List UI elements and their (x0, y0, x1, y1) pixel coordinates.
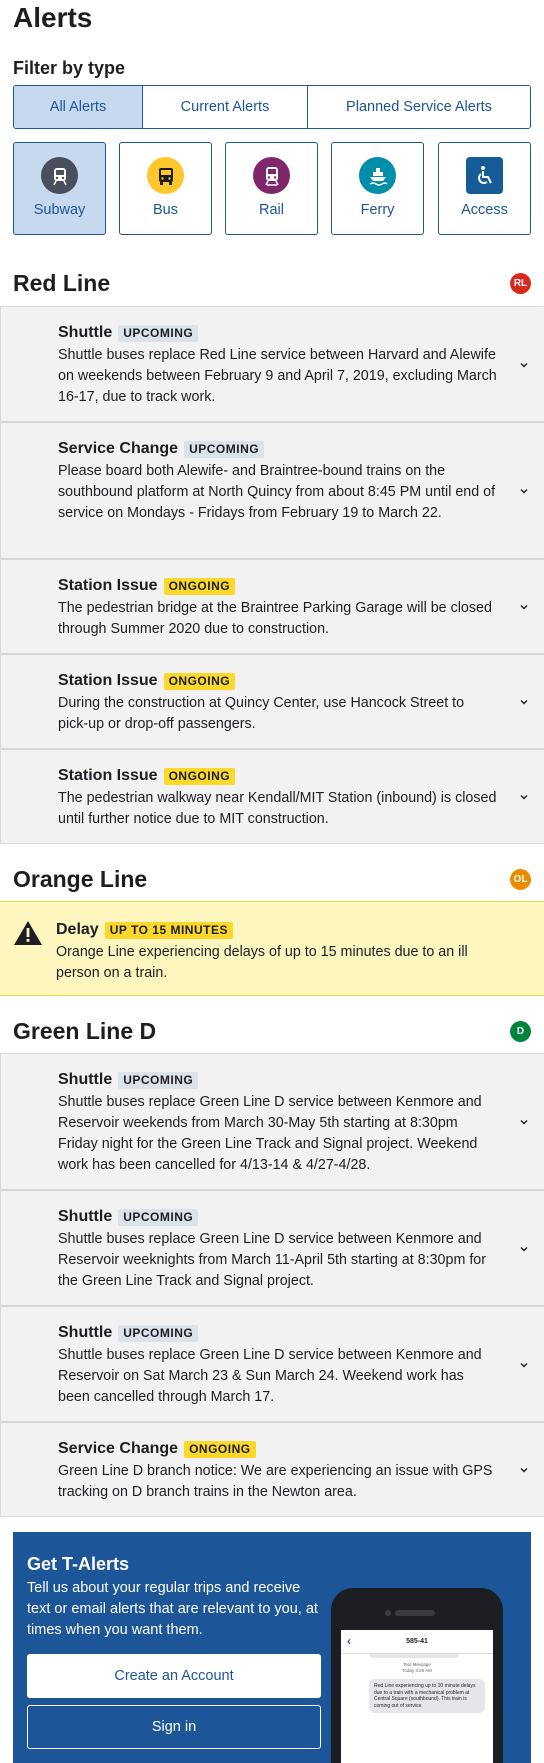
mode-filter: Subway Bus Rail Ferry Access (13, 142, 531, 235)
back-chevron-icon: ‹ (347, 1634, 351, 1648)
mode-button-subway[interactable]: Subway (13, 142, 106, 235)
line-title: Green Line D (13, 1018, 157, 1044)
mode-label-rail: Rail (259, 202, 284, 218)
chevron-down-icon (520, 795, 528, 800)
lifecycle-badge: ONGOING (163, 672, 236, 690)
filter-label: Filter by type (13, 58, 126, 78)
mode-label-bus: Bus (153, 202, 178, 218)
mode-label-subway: Subway (33, 202, 86, 218)
line-title: Red Line (13, 270, 111, 296)
phone-message-meta: Text Message Today 3:25 AM (341, 1662, 493, 1674)
alerts-page: Alerts Filter by type All Alerts Current… (0, 0, 544, 1763)
bus-icon (147, 157, 184, 194)
phone-contact: 585-41 (406, 1638, 428, 1645)
accessibility-icon (466, 157, 503, 194)
alert-effect: Shuttle (58, 1208, 113, 1225)
alert-description: Shuttle buses replace Red Line service b… (58, 347, 497, 405)
lifecycle-badge: UPCOMING (118, 1324, 199, 1342)
t-alerts-description: Tell us about your regular trips and rec… (27, 1580, 318, 1638)
mode-button-bus[interactable]: Bus (119, 142, 212, 235)
alert-effect: Delay (56, 921, 99, 938)
chevron-down-icon (520, 1468, 528, 1473)
sign-in-button[interactable]: Sign in (27, 1705, 321, 1749)
mode-button-rail[interactable]: Rail (225, 142, 318, 235)
alert-item[interactable]: Shuttle UPCOMING Shuttle buses replace Gr… (0, 1306, 544, 1422)
mode-button-ferry[interactable]: Ferry (331, 142, 424, 235)
alert-effect: Station Issue (58, 672, 158, 689)
page-title: Alerts (13, 2, 93, 33)
mode-label-ferry: Ferry (360, 202, 395, 218)
alert-effect: Shuttle (58, 1324, 113, 1341)
mode-label-access: Access (461, 202, 508, 218)
alert-description: During the construction at Quincy Center… (58, 695, 465, 732)
orange-line-icon: OL (510, 869, 531, 890)
alert-description: Shuttle buses replace Green Line D servi… (58, 1347, 482, 1405)
alert-item[interactable]: Station Issue ONGOING During the construc… (0, 654, 544, 749)
chevron-down-icon (520, 605, 528, 610)
lifecycle-badge: UPCOMING (118, 1208, 199, 1226)
phone-screen: ‹ 585-41 Text Message Today 3:25 AM Red … (341, 1630, 493, 1763)
phone-message-header: ‹ 585-41 (341, 1630, 493, 1654)
alert-description: The pedestrian bridge at the Braintree P… (58, 600, 492, 637)
alert-description: Please board both Alewife- and Braintree… (58, 463, 496, 521)
alert-description: Shuttle buses replace Green Line D servi… (58, 1231, 487, 1289)
phone-message-bubble: Red Line experiencing up to 10 minute de… (369, 1679, 485, 1713)
tab-current-alerts[interactable]: Current Alerts (143, 86, 308, 128)
phone-speaker (395, 1610, 435, 1616)
alert-effect: Shuttle (58, 1071, 113, 1088)
alert-item[interactable]: Service Change UPCOMING Please board both… (0, 422, 544, 559)
alert-item[interactable]: Shuttle UPCOMING Shuttle buses replace Gr… (0, 1190, 544, 1306)
mode-button-access[interactable]: Access (438, 142, 531, 235)
line-header-green-line-d: Green Line D D (13, 1014, 531, 1048)
subway-icon (41, 157, 78, 194)
red-line-icon: RL (510, 273, 531, 294)
lifecycle-badge: UPCOMING (184, 440, 265, 458)
alert-effect: Station Issue (58, 767, 158, 784)
green-line-d-icon: D (510, 1021, 531, 1042)
alert-item[interactable]: Shuttle UPCOMING Shuttle buses replace Re… (0, 306, 544, 422)
alert-description: Shuttle buses replace Green Line D servi… (58, 1094, 482, 1173)
chevron-down-icon (520, 1363, 528, 1368)
delay-severity-badge: UP TO 15 MINUTES (104, 921, 233, 939)
lifecycle-badge: UPCOMING (118, 324, 199, 342)
chevron-down-icon (520, 700, 528, 705)
lifecycle-badge: ONGOING (184, 1440, 256, 1458)
alert-effect: Service Change (58, 1440, 179, 1457)
warning-icon (14, 921, 42, 945)
alert-description: The pedestrian walkway near Kendall/MIT … (58, 790, 497, 827)
chevron-down-icon (520, 1247, 528, 1252)
alert-effect: Service Change (58, 440, 179, 457)
chevron-down-icon (520, 1120, 528, 1125)
previous-message-bubble (369, 1654, 459, 1658)
line-header-red-line: Red Line RL (13, 266, 531, 300)
tab-planned-service-alerts[interactable]: Planned Service Alerts (308, 86, 530, 128)
alert-effect: Shuttle (58, 324, 113, 341)
line-title: Orange Line (13, 866, 148, 892)
commuter-rail-icon (253, 157, 290, 194)
lifecycle-badge: ONGOING (163, 577, 236, 595)
alert-description: Orange Line experiencing delays of up to… (56, 944, 468, 981)
tab-all-alerts[interactable]: All Alerts (14, 86, 143, 128)
alert-type-tabs: All Alerts Current Alerts Planned Servic… (13, 85, 531, 129)
lifecycle-badge: UPCOMING (118, 1071, 199, 1089)
t-alerts-title: Get T-Alerts (27, 1554, 130, 1574)
alert-description: Green Line D branch notice: We are exper… (58, 1463, 493, 1500)
ferry-icon (359, 157, 396, 194)
alert-effect: Station Issue (58, 577, 158, 594)
line-header-orange-line: Orange Line OL (13, 862, 531, 896)
t-alerts-promo: Get T-Alerts Tell us about your regular … (13, 1532, 531, 1763)
phone-meta-line2: Today 3:25 AM (402, 1668, 432, 1673)
lifecycle-badge: ONGOING (163, 767, 236, 785)
phone-camera (385, 1610, 391, 1616)
chevron-down-icon (520, 363, 528, 368)
chevron-down-icon (520, 489, 528, 494)
alert-item[interactable]: Shuttle UPCOMING Shuttle buses replace Gr… (0, 1053, 544, 1190)
alert-item[interactable]: Station Issue ONGOING The pedestrian walk… (0, 749, 544, 844)
phone-illustration: ‹ 585-41 Text Message Today 3:25 AM Red … (331, 1588, 503, 1763)
alert-item[interactable]: Station Issue ONGOING The pedestrian brid… (0, 559, 544, 654)
create-account-button[interactable]: Create an Account (27, 1654, 321, 1698)
alert-item[interactable]: Service Change ONGOING Green Line D branc… (0, 1422, 544, 1517)
alert-item-delay[interactable]: Delay UP TO 15 MINUTES Orange Line experi… (0, 901, 544, 996)
